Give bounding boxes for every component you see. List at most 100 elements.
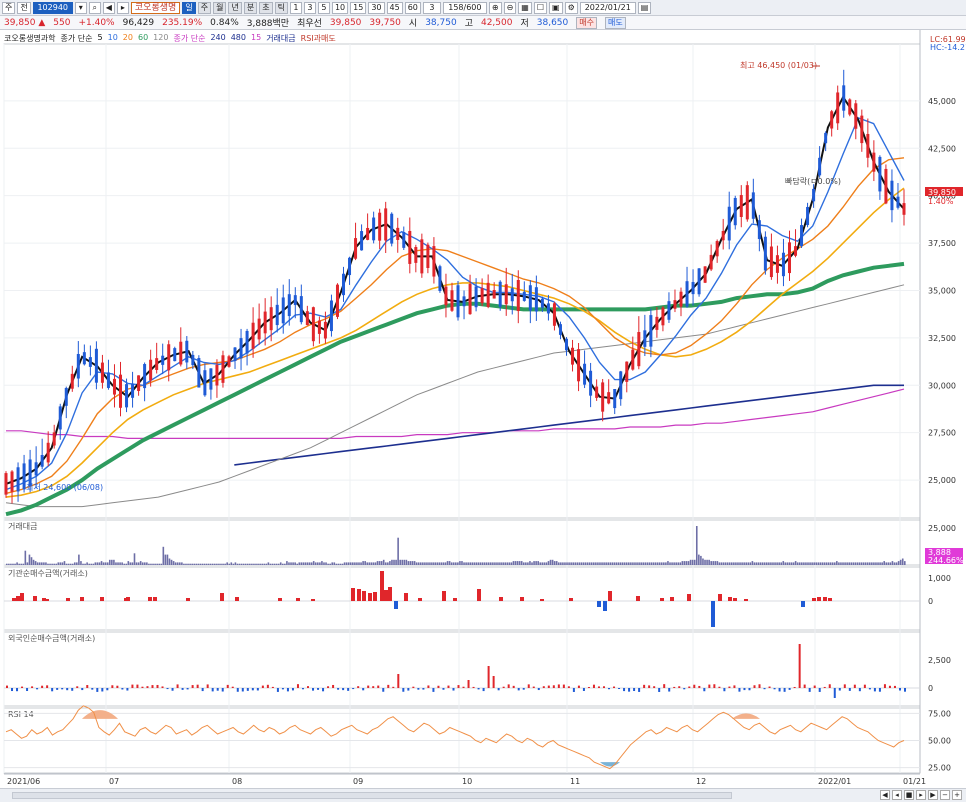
tick-button-15[interactable]: 15	[350, 1, 367, 14]
foreign-bar	[693, 684, 696, 688]
tick-button-30[interactable]: 30	[368, 1, 385, 14]
volume-bar	[187, 563, 189, 565]
volume-bar	[321, 561, 323, 565]
candle-body	[239, 338, 243, 359]
foreign-bar	[136, 684, 139, 688]
scroll-last-icon[interactable]: ▶	[928, 790, 938, 800]
tick-button-45[interactable]: 45	[386, 1, 403, 14]
candle-body	[504, 284, 508, 305]
search-icon[interactable]: ⌕	[88, 1, 101, 14]
volume-bar	[535, 561, 537, 565]
foreign-bar	[427, 685, 430, 688]
sell-button[interactable]: 매도	[605, 16, 626, 29]
x-tick-label: 12	[696, 777, 706, 786]
grid-icon[interactable]: ▦	[518, 1, 532, 14]
candle-body	[577, 349, 581, 382]
legend-indicator-rsi[interactable]: RSI과매도	[301, 33, 336, 43]
tick-button-60[interactable]: 60	[404, 1, 421, 14]
gear-icon[interactable]: ⚙	[564, 1, 578, 14]
zoom-in-icon[interactable]: ⊕	[488, 1, 502, 14]
volume-bar	[702, 558, 704, 565]
foreign-bar	[442, 688, 445, 690]
scrollbar-thumb[interactable]	[12, 792, 732, 799]
legend-indicator-volume[interactable]: 거래대금	[266, 33, 295, 43]
volume-bar	[226, 562, 228, 565]
volume-bar	[722, 562, 725, 565]
foreign-bar	[678, 686, 681, 688]
volume-bar	[644, 562, 647, 565]
volume-bar	[249, 563, 251, 565]
inst-bar	[20, 593, 24, 601]
foreign-bar	[161, 686, 164, 688]
period-button-week[interactable]: 주	[197, 1, 212, 14]
zoom-plus-icon[interactable]: +	[952, 790, 962, 800]
scroll-prev-icon[interactable]: ◂	[892, 790, 902, 800]
candle-body	[179, 341, 183, 365]
legend-title[interactable]: 코오롱생명과학	[4, 33, 56, 43]
volume-bar	[868, 562, 871, 565]
volume-bar	[755, 562, 758, 565]
foreign-bar	[863, 684, 866, 688]
toolbar-item-weekly[interactable]: 주	[2, 1, 16, 14]
foreign-bar	[432, 688, 435, 692]
volume-bar	[59, 562, 62, 565]
count-input[interactable]: 3	[422, 1, 441, 14]
volume-bar	[55, 563, 58, 565]
legend-ma-10: 10	[107, 33, 118, 42]
foreign-bar	[231, 686, 234, 688]
calendar-icon[interactable]: ▤	[637, 1, 652, 14]
period-button-year[interactable]: 년	[228, 1, 242, 14]
save-icon[interactable]: ▣	[549, 1, 563, 14]
volume-bar	[864, 562, 867, 565]
scroll-next-icon[interactable]: ▸	[916, 790, 926, 800]
volume-bar	[69, 563, 72, 565]
tick-button-1[interactable]: 1	[289, 1, 302, 14]
period-button-second[interactable]: 초	[259, 1, 273, 14]
chart-scrollbar[interactable]: ◀ ◂ ■ ▸ ▶ − +	[0, 788, 966, 802]
candle-body	[787, 242, 791, 274]
zoom-minus-icon[interactable]: −	[940, 790, 950, 800]
period-button-month[interactable]: 월	[213, 1, 227, 14]
period-button-tick[interactable]: 틱	[274, 1, 288, 14]
foreign-bar	[567, 686, 570, 688]
scroll-first-icon[interactable]: ◀	[880, 790, 890, 800]
foreign-bar	[206, 684, 209, 688]
scroll-stop-icon[interactable]: ■	[904, 790, 914, 800]
period-button-minute[interactable]: 분	[243, 1, 258, 14]
foreign-bar	[241, 688, 244, 692]
tick-button-5[interactable]: 5	[317, 1, 330, 14]
period-button-day[interactable]: 일	[182, 1, 196, 14]
volume-bar	[564, 562, 566, 565]
tick-button-3[interactable]: 3	[303, 1, 316, 14]
inst-bar	[744, 599, 748, 601]
buy-button[interactable]: 매수	[576, 16, 597, 29]
dropdown-icon[interactable]: ▾	[74, 1, 87, 14]
foreign-bar	[457, 685, 460, 688]
volume-bar	[358, 562, 360, 565]
zoom-out-icon[interactable]: ⊖	[503, 1, 517, 14]
volume-bar	[595, 562, 597, 565]
checkbox-icon[interactable]: ☐	[533, 1, 548, 14]
foreign-bar	[728, 686, 731, 688]
legend-ma-label[interactable]: 종가 단순	[61, 33, 93, 43]
volume-bar	[733, 562, 735, 565]
volume-bar	[496, 562, 498, 565]
foreign-bar	[487, 666, 490, 688]
panel-price	[3, 43, 921, 519]
next-icon[interactable]: ▸	[116, 1, 129, 14]
chart-canvas[interactable]: 25,00027,50030,00032,50035,00037,50040,0…	[0, 30, 966, 788]
volume-bar	[450, 562, 453, 565]
date-input[interactable]: 2022/01/21	[579, 1, 636, 14]
stock-code-input[interactable]: 102940	[32, 1, 73, 14]
legend-ma2-label[interactable]: 종가 단순	[173, 33, 205, 43]
volume: 96,429	[122, 17, 155, 28]
volume-bar	[240, 563, 243, 565]
toolbar-item-all[interactable]: 전	[17, 1, 31, 14]
volume-bar	[20, 563, 23, 565]
volume-bar	[743, 562, 745, 565]
volume-bar	[842, 562, 844, 565]
candle-body	[745, 185, 749, 220]
volume-bar	[481, 562, 484, 565]
tick-button-10[interactable]: 10	[331, 1, 349, 14]
prev-icon[interactable]: ◀	[102, 1, 115, 14]
